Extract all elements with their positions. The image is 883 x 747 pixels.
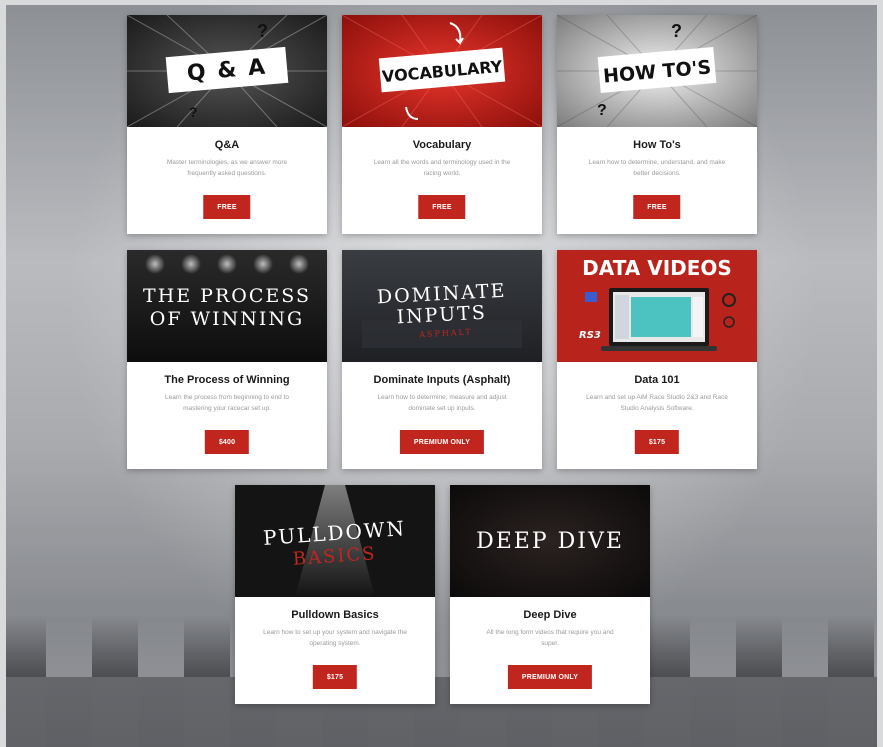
card-description: Learn and set up AiM Race Studio 2&3 and… xyxy=(586,394,728,412)
card-title: Deep Dive xyxy=(523,609,577,621)
question-mark-icon: ? xyxy=(257,21,268,41)
free-button[interactable]: FREE xyxy=(633,195,681,219)
thumb-label: OF WINNING xyxy=(150,308,304,330)
question-mark-icon: ? xyxy=(671,21,682,41)
process-of-winning-thumbnail[interactable]: THE PROCESS OF WINNING xyxy=(127,250,327,362)
card-title: Q&A xyxy=(214,139,240,151)
card-title: The Process of Winning xyxy=(164,374,290,386)
card-description: Learn how to determine, measure and adju… xyxy=(377,394,507,412)
course-card-how-tos[interactable]: ? ? HOW TO'S How To's Learn how to deter… xyxy=(557,15,757,234)
card-description: All the long form videos that require yo… xyxy=(486,629,614,647)
question-mark-icon: ? xyxy=(597,102,607,119)
thumb-label: DATA VIDEOS xyxy=(582,256,732,280)
card-description: Learn all the words and terminology used… xyxy=(373,159,511,177)
app-icon xyxy=(585,292,597,302)
premium-only-button[interactable]: PREMIUM ONLY xyxy=(399,430,485,454)
rs3-logo: RS3 xyxy=(579,330,601,341)
course-card-qa[interactable]: ? ? Q & A Q&A Master terminologies, as w… xyxy=(127,15,327,234)
price-button[interactable]: $175 xyxy=(312,665,358,689)
card-title: Vocabulary xyxy=(412,139,472,151)
card-title: Pulldown Basics xyxy=(291,609,379,621)
deep-dive-thumbnail[interactable]: DEEP DIVE xyxy=(450,485,650,597)
thumb-label: THE PROCESS xyxy=(143,285,311,307)
course-card-vocabulary[interactable]: VOCABULARY Vocabulary Learn all the word… xyxy=(342,15,542,234)
free-button[interactable]: FREE xyxy=(203,195,251,219)
dominate-inputs-thumbnail[interactable]: DOMINATE INPUTS ASPHALT xyxy=(342,250,542,362)
free-button[interactable]: FREE xyxy=(418,195,466,219)
card-title: Dominate Inputs (Asphalt) xyxy=(373,374,511,386)
vocabulary-thumbnail[interactable]: VOCABULARY xyxy=(342,15,542,127)
data-videos-thumbnail[interactable]: DATA VIDEOS RS3 xyxy=(557,250,757,362)
card-description: Learn how to set up your system and navi… xyxy=(263,629,407,647)
thumb-label: DEEP DIVE xyxy=(476,529,624,554)
course-card-process-of-winning[interactable]: THE PROCESS OF WINNING The Process of Wi… xyxy=(127,250,327,469)
pulldown-basics-thumbnail[interactable]: PULLDOWN BASICS xyxy=(235,485,435,597)
course-card-data-101[interactable]: DATA VIDEOS RS3 Data 101 Learn and set u… xyxy=(557,250,757,469)
frame-top xyxy=(0,0,883,5)
course-card-dominate-inputs[interactable]: DOMINATE INPUTS ASPHALT Dominate Inputs … xyxy=(342,250,542,469)
price-button[interactable]: $175 xyxy=(634,430,680,454)
checkered-track-stripes-lower xyxy=(0,677,883,747)
qa-thumbnail[interactable]: ? ? Q & A xyxy=(127,15,327,127)
card-title: Data 101 xyxy=(634,374,680,386)
price-button[interactable]: $400 xyxy=(204,430,250,454)
frame-right xyxy=(877,0,883,747)
question-mark-icon: ? xyxy=(189,104,198,120)
course-card-pulldown-basics[interactable]: PULLDOWN BASICS Pulldown Basics Learn ho… xyxy=(235,485,435,704)
premium-only-button[interactable]: PREMIUM ONLY xyxy=(507,665,593,689)
card-description: Learn how to determine, understand, and … xyxy=(588,159,726,177)
card-description: Learn the process from beginning to end … xyxy=(165,394,289,412)
how-tos-thumbnail[interactable]: ? ? HOW TO'S xyxy=(557,15,757,127)
card-description: Master terminologies, as we answer more … xyxy=(166,159,288,177)
course-card-deep-dive[interactable]: DEEP DIVE Deep Dive All the long form vi… xyxy=(450,485,650,704)
card-title: How To's xyxy=(633,139,681,151)
frame-left xyxy=(0,0,6,747)
